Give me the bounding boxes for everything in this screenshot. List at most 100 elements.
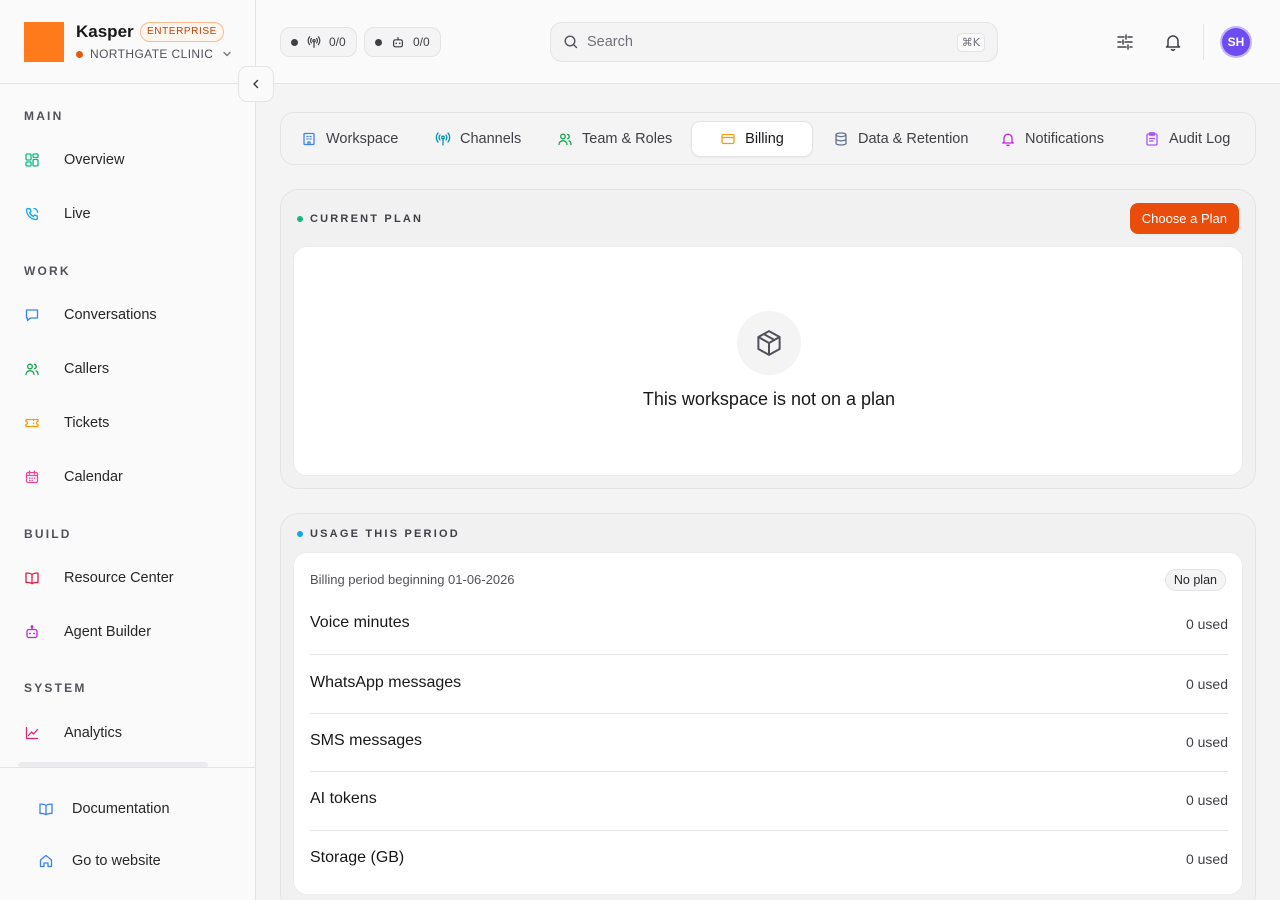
usage-metric-value: 0 used — [1185, 676, 1228, 692]
settings-sliders-button[interactable] — [1114, 31, 1136, 53]
grid-icon — [25, 153, 39, 167]
sidebar-item-label: Documentation — [72, 801, 170, 817]
collapse-sidebar-button[interactable] — [238, 66, 274, 102]
search-shortcut: ⌘K — [956, 32, 985, 52]
channels-count: 0/0 — [329, 35, 346, 49]
sidebar-item-resource-center[interactable]: Resource Center — [24, 560, 174, 596]
tab-team-roles[interactable]: Team & Roles — [557, 121, 672, 157]
org-status-dot — [76, 50, 83, 58]
sidebar-item-label: Agent Builder — [64, 624, 152, 640]
sidebar-item-live[interactable]: Live — [24, 196, 91, 232]
billing-period-label: Billing period beginning 01-06-2026 — [310, 572, 515, 587]
tab-data-retention[interactable]: Data & Retention — [833, 121, 968, 157]
radio-tower-icon — [435, 132, 451, 146]
sidebar-item-overview[interactable]: Overview — [24, 142, 124, 178]
sidebar-item-callers[interactable]: Callers — [24, 351, 109, 387]
usage-metric-name: AI tokens — [310, 790, 377, 807]
usage-card: Billing period beginning 01-06-2026 No p… — [293, 552, 1243, 895]
search-icon — [564, 35, 578, 49]
sidebar-item-label: Overview — [64, 152, 125, 168]
usage-metric-value: 0 used — [1185, 851, 1228, 867]
empty-state-message: This workspace is not on a plan — [642, 389, 896, 409]
usage-metric-name: Voice minutes — [310, 614, 410, 631]
channels-status-pill[interactable]: 0/0 — [280, 27, 357, 57]
agents-count: 0/0 — [413, 35, 430, 49]
sidebar-item-go-to-website[interactable]: Go to website — [38, 846, 161, 876]
section-label-system: SYSTEM — [24, 681, 87, 695]
topbar-divider — [1203, 24, 1204, 60]
sidebar-item-calendar[interactable]: Calendar — [24, 459, 123, 495]
usage-metric-name: WhatsApp messages — [310, 674, 462, 691]
tab-audit-log[interactable]: Audit Log — [1144, 121, 1230, 157]
tab-notifications[interactable]: Notifications — [1000, 121, 1104, 157]
home-icon — [39, 854, 53, 868]
sidebar-item-label: Analytics — [64, 725, 123, 741]
current-plan-panel: CURRENT PLAN Choose a Plan This workspac… — [280, 189, 1256, 489]
status-dot — [291, 38, 298, 46]
status-dot — [297, 216, 303, 222]
tab-label: Workspace — [326, 131, 399, 147]
usage-metric-name: Storage (GB) — [310, 849, 405, 866]
sidebar-item-label: Resource Center — [64, 570, 174, 586]
panel-title: USAGE THIS PERIOD — [297, 528, 460, 540]
sliders-icon — [1117, 34, 1133, 50]
package-icon — [757, 330, 781, 356]
usage-metric-name: SMS messages — [310, 732, 423, 749]
status-dot — [297, 531, 303, 537]
search-placeholder: Search — [587, 34, 633, 50]
section-label-work: WORK — [24, 264, 71, 278]
usage-title: USAGE THIS PERIOD — [310, 528, 460, 540]
brand-name: Kasper — [76, 22, 134, 41]
sidebar-item-tickets[interactable]: Tickets — [24, 405, 109, 441]
bot-icon — [26, 625, 38, 639]
brand-header: Kasper ENTERPRISE NORTHGATE CLINIC — [0, 0, 255, 84]
sidebar-item-label: Live — [64, 206, 91, 222]
brand-logo[interactable] — [24, 22, 64, 62]
section-label-main: MAIN — [24, 109, 64, 123]
user-avatar[interactable]: SH — [1222, 28, 1250, 56]
chevron-left-icon — [253, 79, 259, 89]
calendar-icon — [25, 470, 39, 484]
database-icon — [835, 132, 847, 146]
building-icon — [303, 132, 315, 146]
sidebar-item-label: Calendar — [64, 469, 123, 485]
usage-row: Voice minutes 0 used — [310, 597, 1228, 655]
org-switcher[interactable]: NORTHGATE CLINIC — [76, 47, 233, 61]
sidebar-item-documentation[interactable]: Documentation — [38, 794, 170, 824]
clipboard-icon — [1146, 132, 1158, 146]
tab-channels[interactable]: Channels — [435, 121, 521, 157]
tab-label: Billing — [745, 131, 784, 147]
empty-state-icon-wrap — [737, 311, 801, 375]
plan-status-badge: No plan — [1164, 569, 1226, 591]
tab-label: Data & Retention — [858, 131, 969, 147]
choose-plan-button[interactable]: Choose a Plan — [1129, 203, 1239, 234]
status-dot — [375, 38, 382, 46]
sidebar-item-label: Go to website — [72, 853, 161, 869]
usage-row: SMS messages 0 used — [310, 714, 1228, 772]
tab-billing[interactable]: Billing — [691, 121, 813, 157]
tab-label: Notifications — [1025, 131, 1104, 147]
current-plan-title: CURRENT PLAN — [310, 213, 424, 225]
usage-panel: USAGE THIS PERIOD Billing period beginni… — [280, 513, 1256, 900]
radio-tower-icon — [307, 36, 321, 48]
notifications-button[interactable] — [1162, 31, 1184, 53]
search-input[interactable]: Search ⌘K — [550, 22, 998, 62]
plan-tier-badge: ENTERPRISE — [140, 22, 224, 42]
users-icon — [558, 133, 572, 146]
users-icon — [25, 363, 39, 376]
sidebar-item-analytics[interactable]: Analytics — [24, 715, 122, 751]
sidebar-item-conversations[interactable]: Conversations — [24, 297, 157, 333]
agents-status-pill[interactable]: 0/0 — [364, 27, 441, 57]
book-open-icon — [25, 572, 39, 585]
ticket-icon — [25, 418, 39, 428]
section-label-build: BUILD — [24, 527, 72, 541]
tab-workspace[interactable]: Workspace — [301, 121, 398, 157]
usage-row: AI tokens 0 used — [310, 773, 1228, 831]
usage-row: Storage (GB) 0 used — [310, 831, 1228, 889]
bell-icon — [1165, 35, 1181, 51]
phone-icon — [25, 207, 39, 221]
sidebar-item-label: Tickets — [64, 415, 110, 431]
sidebar-item-agent-builder[interactable]: Agent Builder — [24, 614, 151, 650]
tab-label: Audit Log — [1169, 131, 1231, 147]
sidebar-footer: Documentation Go to website — [0, 767, 255, 900]
